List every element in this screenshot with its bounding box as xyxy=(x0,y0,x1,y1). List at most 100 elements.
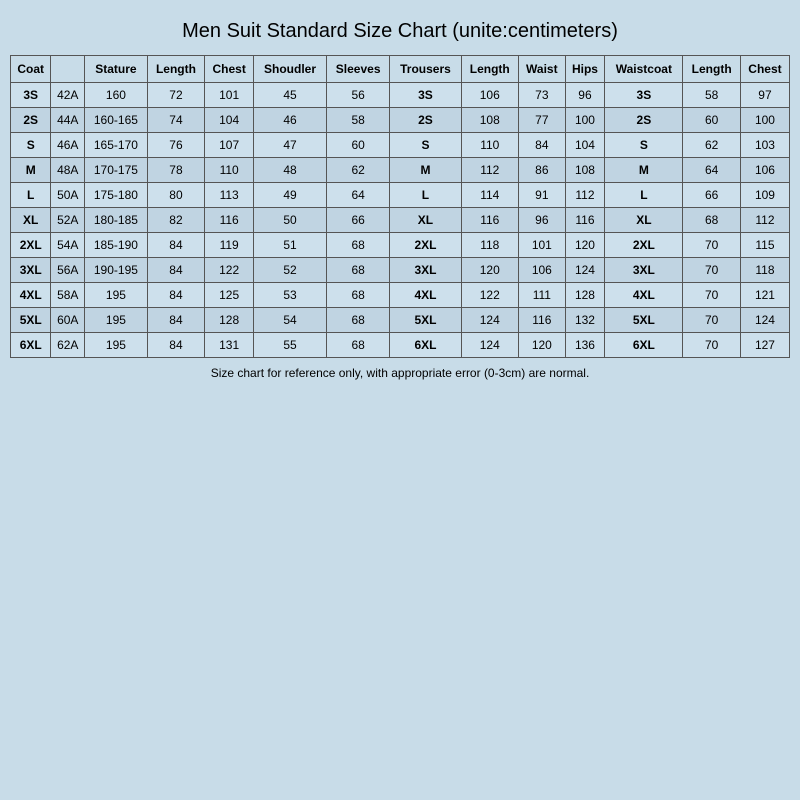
table-cell: 2S xyxy=(390,108,461,133)
table-cell: 50A xyxy=(51,183,85,208)
table-cell: 2S xyxy=(11,108,51,133)
table-cell: 127 xyxy=(740,333,789,358)
table-cell: 122 xyxy=(205,258,254,283)
table-cell: S xyxy=(605,133,683,158)
table-cell: 110 xyxy=(461,133,518,158)
table-cell: 122 xyxy=(461,283,518,308)
table-cell: 2XL xyxy=(605,233,683,258)
table-cell: L xyxy=(605,183,683,208)
table-cell: 3XL xyxy=(390,258,461,283)
table-cell: 3XL xyxy=(11,258,51,283)
table-cell: 77 xyxy=(518,108,565,133)
table-cell: 48A xyxy=(51,158,85,183)
table-cell: 109 xyxy=(740,183,789,208)
table-cell: 51 xyxy=(254,233,327,258)
table-cell: 124 xyxy=(461,308,518,333)
table-row: M48A170-175781104862M11286108M64106 xyxy=(11,158,790,183)
table-cell: 49 xyxy=(254,183,327,208)
table-cell: 84 xyxy=(147,258,204,283)
table-cell: 44A xyxy=(51,108,85,133)
table-cell: 103 xyxy=(740,133,789,158)
table-row: 3XL56A190-1958412252683XL1201061243XL701… xyxy=(11,258,790,283)
table-cell: 128 xyxy=(565,283,605,308)
table-body: 3S42A1607210145563S10673963S58972S44A160… xyxy=(11,83,790,358)
table-cell: 55 xyxy=(254,333,327,358)
table-cell: 64 xyxy=(326,183,389,208)
col-header-sleeves: Sleeves xyxy=(326,56,389,83)
table-cell: 3S xyxy=(11,83,51,108)
footer-note: Size chart for reference only, with appr… xyxy=(211,366,590,380)
table-cell: 195 xyxy=(85,283,148,308)
table-cell: 190-195 xyxy=(85,258,148,283)
table-cell: 60 xyxy=(683,108,740,133)
table-cell: 62 xyxy=(326,158,389,183)
table-cell: 101 xyxy=(518,233,565,258)
table-cell: 2S xyxy=(605,108,683,133)
size-chart-table-wrapper: Coat Stature Length Chest Shoudler Sleev… xyxy=(10,55,790,358)
table-cell: 2XL xyxy=(11,233,51,258)
table-cell: 114 xyxy=(461,183,518,208)
table-cell: 180-185 xyxy=(85,208,148,233)
table-cell: 115 xyxy=(740,233,789,258)
table-cell: 160 xyxy=(85,83,148,108)
table-cell: 160-165 xyxy=(85,108,148,133)
table-row: S46A165-170761074760S11084104S62103 xyxy=(11,133,790,158)
table-cell: XL xyxy=(605,208,683,233)
table-cell: S xyxy=(390,133,461,158)
table-cell: 5XL xyxy=(605,308,683,333)
table-row: 6XL62A1958413155686XL1241201366XL70127 xyxy=(11,333,790,358)
table-cell: 100 xyxy=(565,108,605,133)
col-header-shoulder: Shoudler xyxy=(254,56,327,83)
table-cell: 45 xyxy=(254,83,327,108)
table-cell: 124 xyxy=(461,333,518,358)
table-header-row: Coat Stature Length Chest Shoudler Sleev… xyxy=(11,56,790,83)
table-row: 5XL60A1958412854685XL1241161325XL70124 xyxy=(11,308,790,333)
table-cell: 6XL xyxy=(11,333,51,358)
table-cell: 112 xyxy=(565,183,605,208)
table-cell: 96 xyxy=(518,208,565,233)
table-cell: XL xyxy=(11,208,51,233)
table-cell: 112 xyxy=(740,208,789,233)
table-cell: 78 xyxy=(147,158,204,183)
table-cell: 80 xyxy=(147,183,204,208)
table-cell: 128 xyxy=(205,308,254,333)
table-cell: 66 xyxy=(326,208,389,233)
table-cell: 119 xyxy=(205,233,254,258)
table-cell: 118 xyxy=(740,258,789,283)
table-cell: 68 xyxy=(326,258,389,283)
table-cell: L xyxy=(390,183,461,208)
table-cell: 82 xyxy=(147,208,204,233)
table-cell: 124 xyxy=(565,258,605,283)
table-cell: 121 xyxy=(740,283,789,308)
table-cell: 68 xyxy=(683,208,740,233)
table-cell: 104 xyxy=(565,133,605,158)
table-cell: 58 xyxy=(326,108,389,133)
table-cell: 62 xyxy=(683,133,740,158)
table-cell: 4XL xyxy=(390,283,461,308)
size-chart-table: Coat Stature Length Chest Shoudler Sleev… xyxy=(10,55,790,358)
table-cell: 70 xyxy=(683,333,740,358)
table-cell: 60A xyxy=(51,308,85,333)
table-cell: 116 xyxy=(461,208,518,233)
table-cell: 42A xyxy=(51,83,85,108)
col-header-stature: Stature xyxy=(85,56,148,83)
table-cell: 4XL xyxy=(11,283,51,308)
table-cell: 53 xyxy=(254,283,327,308)
table-cell: 68 xyxy=(326,233,389,258)
table-cell: 46A xyxy=(51,133,85,158)
table-cell: 185-190 xyxy=(85,233,148,258)
table-cell: 70 xyxy=(683,258,740,283)
table-cell: S xyxy=(11,133,51,158)
table-cell: 70 xyxy=(683,308,740,333)
table-cell: 112 xyxy=(461,158,518,183)
table-cell: 111 xyxy=(518,283,565,308)
table-cell: 54A xyxy=(51,233,85,258)
col-header-model xyxy=(51,56,85,83)
table-cell: 3S xyxy=(605,83,683,108)
table-row: XL52A180-185821165066XL11696116XL68112 xyxy=(11,208,790,233)
table-cell: 84 xyxy=(147,283,204,308)
table-cell: XL xyxy=(390,208,461,233)
table-cell: 107 xyxy=(205,133,254,158)
table-cell: 70 xyxy=(683,233,740,258)
table-cell: 2XL xyxy=(390,233,461,258)
